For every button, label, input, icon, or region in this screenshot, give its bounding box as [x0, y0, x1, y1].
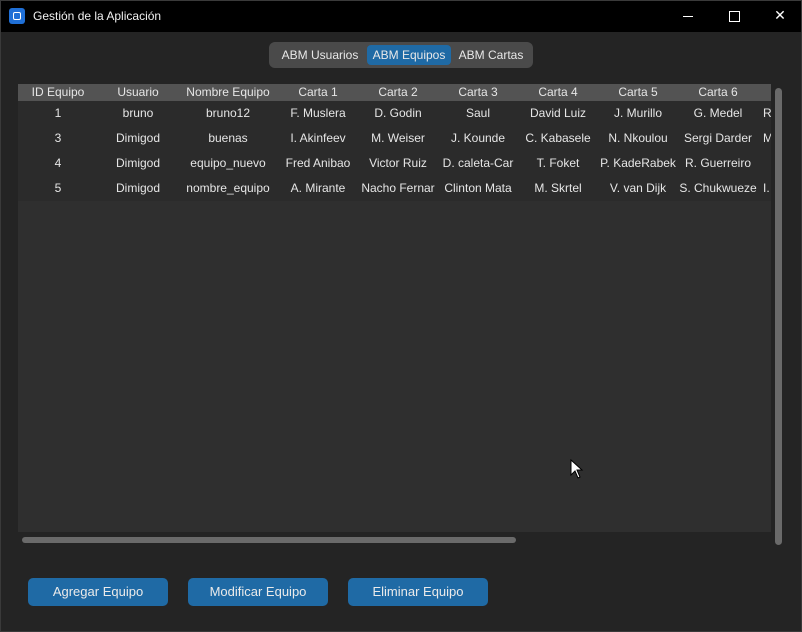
- table-cell: Fred Anibao: [285, 156, 351, 170]
- table-cell: D. Godin: [374, 106, 422, 120]
- tab-bar: ABM Usuarios ABM Equipos ABM Cartas: [269, 42, 533, 68]
- column-header-usuario[interactable]: Usuario: [98, 84, 178, 101]
- table-cell: [758, 151, 771, 176]
- minimize-icon: [683, 16, 693, 17]
- teams-table[interactable]: ID Equipo Usuario Nombre Equipo Carta 1 …: [18, 84, 771, 532]
- table-cell: T. Foket: [536, 156, 580, 170]
- table-cell: P. KadeRabek: [600, 156, 676, 170]
- table-cell: S. Chukwueze: [679, 181, 757, 195]
- add-team-button[interactable]: Agregar Equipo: [28, 578, 168, 606]
- delete-team-button[interactable]: Eliminar Equipo: [348, 578, 488, 606]
- table-cell: M. Weiser: [371, 131, 425, 145]
- close-icon: ✕: [774, 8, 786, 24]
- table-cell: Clinton Mata: [444, 181, 512, 195]
- table-row[interactable]: 1 bruno bruno12 F. Muslera D. Godin Saul…: [18, 101, 771, 126]
- table-cell: M. Skrtel: [534, 181, 582, 195]
- table-cell: bruno: [122, 106, 154, 120]
- column-header-carta-3[interactable]: Carta 3: [438, 84, 518, 101]
- column-header-carta-1[interactable]: Carta 1: [278, 84, 358, 101]
- maximize-button[interactable]: [711, 1, 757, 32]
- table-cell: R. Guerreiro: [684, 156, 752, 170]
- app-icon: [9, 8, 25, 24]
- table-cell: J. Murillo: [613, 106, 662, 120]
- table-cell: Nacho Fernar: [361, 181, 435, 195]
- table-row[interactable]: 4 Dimigod equipo_nuevo Fred Anibao Victo…: [18, 151, 771, 176]
- table-cell: Dimigod: [115, 156, 160, 170]
- vertical-scrollbar[interactable]: [775, 88, 782, 545]
- table-cell: G. Medel: [693, 106, 743, 120]
- tab-abm-usuarios[interactable]: ABM Usuarios: [273, 45, 367, 65]
- table-cell: N. Nkoulou: [608, 131, 668, 145]
- minimize-button[interactable]: [665, 1, 711, 32]
- window-title: Gestión de la Aplicación: [33, 9, 162, 23]
- tab-abm-cartas[interactable]: ABM Cartas: [453, 45, 529, 65]
- table-cell: bruno12: [205, 106, 251, 120]
- horizontal-scrollbar[interactable]: [22, 537, 516, 543]
- table-cell: M: [763, 131, 771, 145]
- close-button[interactable]: ✕: [757, 1, 802, 32]
- table-cell: Victor Ruiz: [369, 156, 427, 170]
- table-cell: 4: [54, 156, 62, 170]
- table-cell: V. van Dijk: [609, 181, 667, 195]
- table-cell: Dimigod: [115, 131, 160, 145]
- table-row[interactable]: 5 Dimigod nombre_equipo A. Mirante Nacho…: [18, 176, 771, 201]
- table-cell: I. Akinfeev: [290, 131, 346, 145]
- column-header-nombre-equipo[interactable]: Nombre Equipo: [178, 84, 278, 101]
- column-header-carta-4[interactable]: Carta 4: [518, 84, 598, 101]
- table-cell: Saul: [465, 106, 491, 120]
- column-header-carta-2[interactable]: Carta 2: [358, 84, 438, 101]
- table-cell: buenas: [208, 131, 248, 145]
- column-header-id-equipo[interactable]: ID Equipo: [18, 84, 98, 101]
- maximize-icon: [729, 11, 740, 22]
- modify-team-button[interactable]: Modificar Equipo: [188, 578, 328, 606]
- table-cell: J. Kounde: [450, 131, 506, 145]
- table-cell: Sergi Darder: [683, 131, 753, 145]
- table-cell: R: [763, 106, 771, 120]
- table-cell: David Luiz: [529, 106, 587, 120]
- table-cell: C. Kabasele: [525, 131, 591, 145]
- tab-abm-equipos[interactable]: ABM Equipos: [367, 45, 451, 65]
- table-cell: 5: [54, 181, 62, 195]
- table-empty-area: [18, 201, 771, 532]
- column-header-carta-6[interactable]: Carta 6: [678, 84, 758, 101]
- table-cell: I.: [763, 181, 770, 195]
- table-cell: Dimigod: [115, 181, 160, 195]
- table-cell: nombre_equipo: [186, 181, 270, 195]
- table-cell: equipo_nuevo: [190, 156, 266, 170]
- title-bar[interactable]: Gestión de la Aplicación ✕: [1, 1, 801, 32]
- table-cell: A. Mirante: [290, 181, 346, 195]
- column-header-partial[interactable]: [758, 84, 771, 101]
- table-header: ID Equipo Usuario Nombre Equipo Carta 1 …: [18, 84, 771, 101]
- app-window: Gestión de la Aplicación ✕ ABM Usuarios …: [0, 0, 802, 632]
- table-cell: D. caleta-Car: [442, 156, 514, 170]
- table-cell: F. Muslera: [290, 106, 346, 120]
- table-row[interactable]: 3 Dimigod buenas I. Akinfeev M. Weiser J…: [18, 126, 771, 151]
- table-cell: 1: [54, 106, 62, 120]
- column-header-carta-5[interactable]: Carta 5: [598, 84, 678, 101]
- table-cell: 3: [54, 131, 62, 145]
